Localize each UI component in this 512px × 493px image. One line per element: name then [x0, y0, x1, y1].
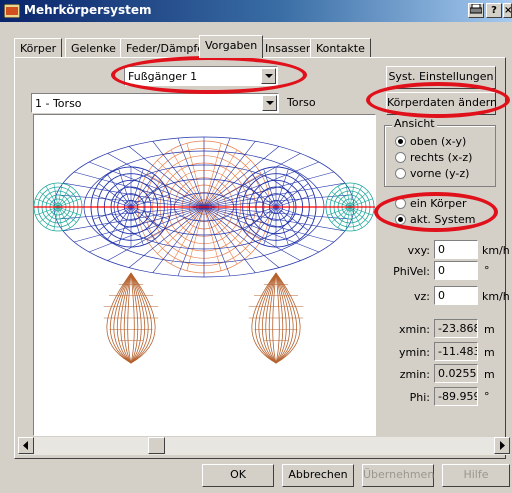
- radio-label: akt. System: [410, 213, 476, 226]
- right-shoulder-mesh-spoke: [275, 183, 309, 208]
- pedestrian-select[interactable]: Fußgänger 1: [124, 66, 278, 86]
- apply-button: Übernehmen: [362, 464, 434, 487]
- torso-mesh-spoke: [203, 206, 222, 271]
- radio-label: vorne (y-z): [410, 167, 470, 180]
- phi-unit: °: [484, 390, 490, 403]
- torso-mesh-spoke: [186, 206, 205, 271]
- right-shoulder-mesh-spoke: [275, 206, 309, 231]
- print-icon[interactable]: [468, 3, 484, 18]
- ymin-unit: m: [484, 346, 495, 359]
- app-icon: [4, 4, 20, 18]
- phivel-unit: °: [484, 264, 490, 277]
- scroll-left-icon[interactable]: [18, 437, 34, 454]
- ok-button[interactable]: OK: [202, 464, 274, 487]
- scroll-right-icon[interactable]: [494, 437, 510, 454]
- radio-label: oben (x-y): [410, 135, 467, 148]
- body-select-value: 1 - Torso: [35, 97, 82, 110]
- radio-dot: [395, 214, 406, 225]
- title-bar[interactable]: Mehrkörpersystem ? ×: [0, 0, 512, 22]
- chevron-down-icon[interactable]: [262, 95, 277, 111]
- phi-value: -89.959: [434, 387, 478, 406]
- vz-input[interactable]: 0: [434, 286, 478, 305]
- view-group-label: Ansicht: [392, 117, 437, 130]
- left-shoulder-mesh-spoke: [98, 183, 132, 208]
- pedestrian-select-value: Fußgänger 1: [128, 70, 198, 83]
- close-icon[interactable]: ×: [503, 3, 512, 18]
- phivel-input[interactable]: 0: [434, 261, 478, 280]
- xmin-unit: m: [484, 323, 495, 336]
- xmin-value: -23.868: [434, 319, 478, 338]
- ymin-label: ymin:: [399, 346, 430, 359]
- radio-label: rechts (x-z): [410, 151, 473, 164]
- vxy-input[interactable]: 0: [434, 240, 478, 259]
- radio-dot: [395, 152, 406, 163]
- left-shoulder-mesh-spoke: [107, 206, 132, 240]
- tab-koerper[interactable]: Körper: [14, 38, 63, 57]
- tab-kontakte[interactable]: Kontakte: [310, 38, 371, 57]
- dialog-window: Mehrkörpersystem ? × Körper Gelenke Fede…: [0, 0, 512, 493]
- vz-unit: km/h: [482, 290, 510, 303]
- ymin-value: -11.483: [434, 342, 478, 361]
- torso-mesh-spoke: [203, 143, 222, 208]
- window-title: Mehrkörpersystem: [24, 3, 152, 17]
- radio-dot: [395, 198, 406, 209]
- body-select-label: Torso: [287, 96, 316, 109]
- zmin-label: zmin:: [399, 368, 430, 381]
- left-shoulder-mesh-spoke: [98, 206, 132, 231]
- horizontal-scrollbar[interactable]: [18, 437, 510, 455]
- help-title-button[interactable]: ?: [486, 3, 502, 18]
- help-button: Hilfe: [442, 464, 510, 487]
- cancel-button[interactable]: Abbrechen: [282, 464, 354, 487]
- left-shoulder-mesh-spoke: [107, 174, 132, 208]
- radio-label: ein Körper: [410, 197, 467, 210]
- phi-label: Phi:: [409, 391, 430, 404]
- phivel-label: PhiVel:: [393, 265, 430, 278]
- vz-label: vz:: [414, 290, 430, 303]
- xmin-label: xmin:: [399, 323, 430, 336]
- change-body-data-button[interactable]: Körperdaten ändern: [386, 92, 497, 115]
- right-shoulder-mesh-spoke: [275, 174, 300, 208]
- body-select[interactable]: 1 - Torso: [31, 93, 279, 113]
- vxy-label: vxy:: [407, 244, 430, 257]
- vxy-unit: km/h: [482, 244, 510, 257]
- tab-vorgaben[interactable]: Vorgaben: [199, 35, 264, 58]
- zmin-value: 0.02556: [434, 364, 478, 383]
- tab-gelenke[interactable]: Gelenke: [65, 38, 122, 57]
- syst-settings-button[interactable]: Syst. Einstellungen: [386, 66, 496, 89]
- radio-dot: [395, 168, 406, 179]
- scrollbar-thumb[interactable]: [148, 437, 165, 454]
- zmin-unit: m: [484, 368, 495, 381]
- multibody-wireframe: [33, 136, 375, 364]
- chevron-down-icon[interactable]: [261, 68, 276, 84]
- right-shoulder-mesh-spoke: [275, 206, 300, 240]
- radio-dot: [395, 136, 406, 147]
- torso-mesh-spoke: [186, 143, 205, 208]
- body-preview-canvas[interactable]: [33, 114, 376, 436]
